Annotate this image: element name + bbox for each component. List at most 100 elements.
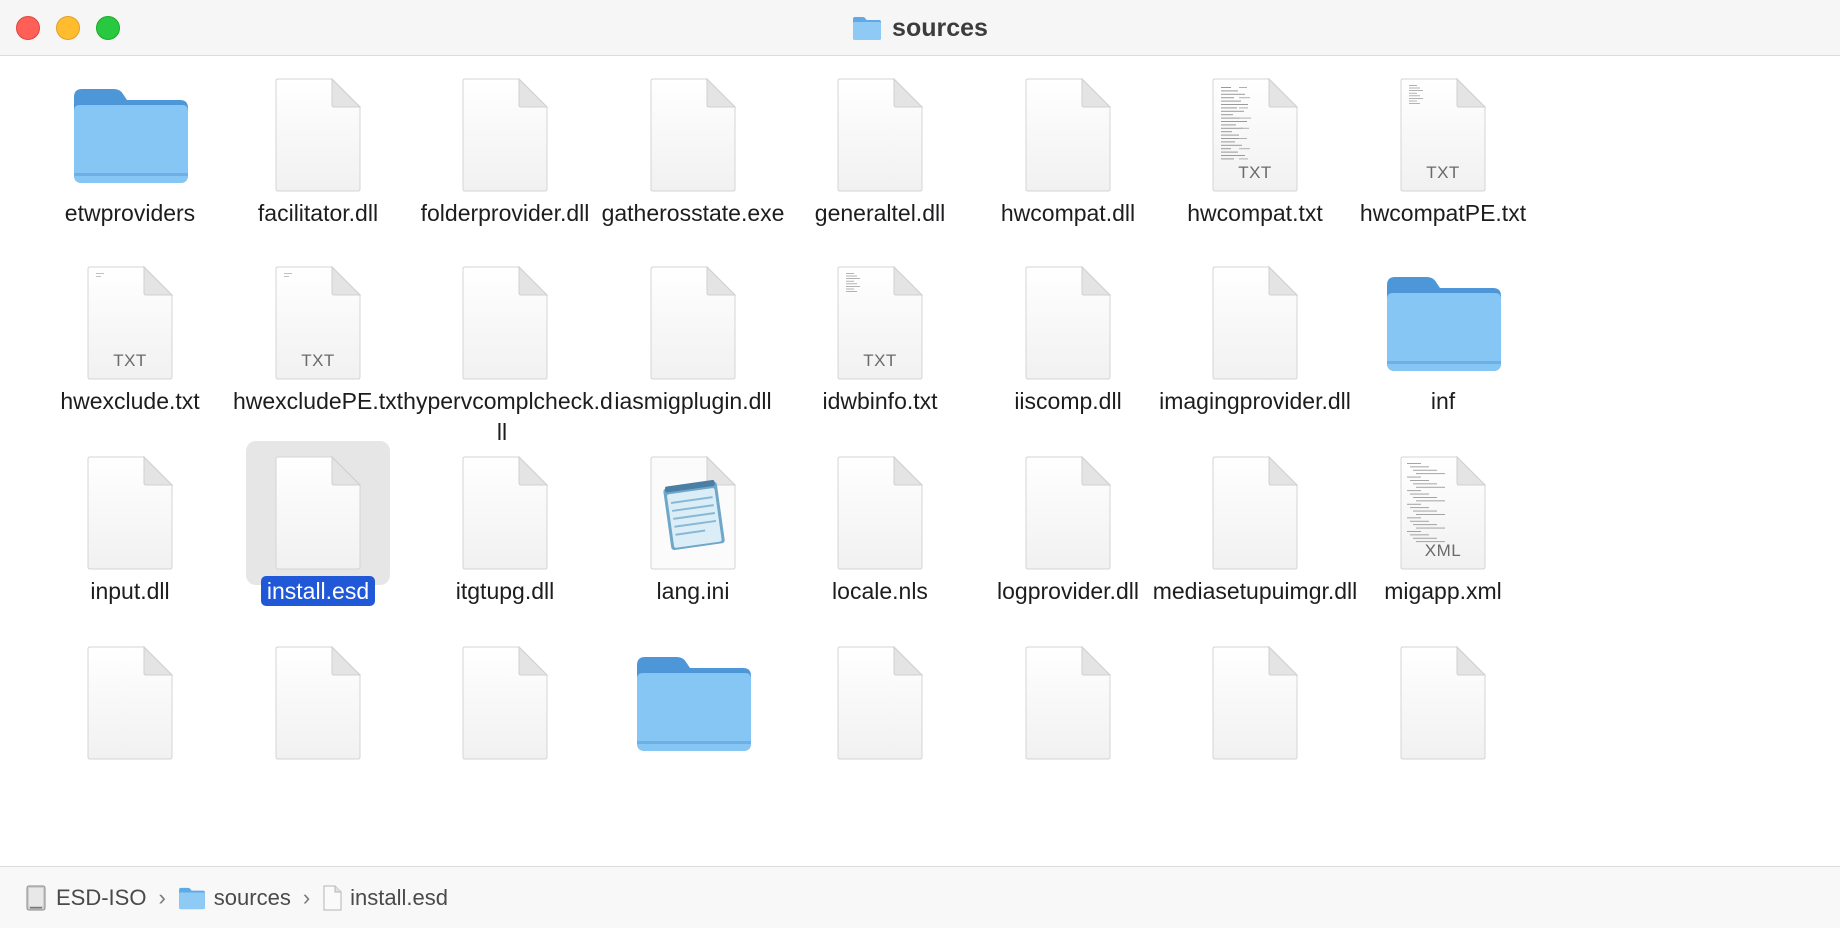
file-item[interactable] (968, 625, 1168, 835)
text-file-icon: TXT (58, 251, 202, 395)
file-item[interactable]: TXT idwbinfo.txt (780, 245, 980, 455)
item-thumbnail[interactable] (621, 631, 765, 775)
file-item[interactable]: hypervcomplcheck.dll (403, 245, 613, 455)
item-thumbnail[interactable] (433, 441, 577, 585)
folder-item[interactable]: inf (1343, 245, 1543, 455)
item-label-text: iasmigplugin.dll (614, 388, 772, 414)
item-thumbnail[interactable] (621, 63, 765, 207)
item-thumbnail[interactable] (621, 441, 765, 585)
icon-grid[interactable]: etwproviders facilitator.dll folderprovi… (0, 57, 1840, 865)
item-thumbnail[interactable] (1371, 631, 1515, 775)
item-thumbnail[interactable] (433, 251, 577, 395)
item-thumbnail[interactable] (58, 631, 202, 775)
item-thumbnail[interactable] (808, 441, 952, 585)
document-icon (433, 631, 577, 775)
item-thumbnail[interactable] (1183, 631, 1327, 775)
file-item[interactable]: XML migapp.xml (1343, 435, 1543, 645)
file-item[interactable]: TXT hwexclude.txt (30, 245, 230, 455)
item-thumbnail[interactable] (246, 63, 390, 207)
file-item[interactable]: facilitator.dll (218, 57, 418, 267)
path-crumb-install-esd[interactable]: install.esd (322, 885, 448, 911)
item-thumbnail[interactable] (808, 631, 952, 775)
item-label[interactable]: inf (1333, 386, 1553, 417)
text-file-icon: TXT (1183, 63, 1327, 207)
path-crumb-sources[interactable]: sources (178, 885, 291, 911)
document-icon (58, 631, 202, 775)
file-item[interactable]: locale.nls (780, 435, 980, 645)
item-thumbnail[interactable] (808, 63, 952, 207)
document-icon (433, 63, 577, 207)
item-label[interactable]: itgtupg.dll (395, 576, 615, 607)
file-item[interactable]: lang.ini (593, 435, 793, 645)
item-thumbnail[interactable] (996, 441, 1140, 585)
item-label-text: itgtupg.dll (455, 578, 555, 604)
file-item[interactable]: iiscomp.dll (968, 245, 1168, 455)
file-item[interactable]: iasmigplugin.dll (593, 245, 793, 455)
item-thumbnail[interactable] (621, 251, 765, 395)
item-thumbnail[interactable]: TXT (808, 251, 952, 395)
item-thumbnail[interactable]: TXT (1183, 63, 1327, 207)
item-thumbnail[interactable] (1183, 251, 1327, 395)
file-item[interactable]: itgtupg.dll (405, 435, 605, 645)
item-thumbnail[interactable] (246, 441, 390, 585)
item-label[interactable]: mediasetupuimgr.dll (1145, 576, 1365, 607)
item-label[interactable]: imagingprovider.dll (1145, 386, 1365, 417)
item-thumbnail[interactable] (1183, 441, 1327, 585)
item-label[interactable]: input.dll (20, 576, 240, 607)
file-item[interactable]: input.dll (30, 435, 230, 645)
item-label[interactable]: idwbinfo.txt (770, 386, 990, 417)
document-icon (996, 441, 1140, 585)
item-thumbnail[interactable]: TXT (1371, 63, 1515, 207)
path-crumb-label: install.esd (350, 884, 449, 910)
item-label-text: hwexclude.txt (60, 388, 200, 414)
file-item[interactable] (218, 625, 418, 835)
file-item[interactable] (1155, 625, 1355, 835)
item-thumbnail[interactable] (996, 251, 1140, 395)
path-crumb-esd-iso[interactable]: ESD-ISO (24, 885, 146, 911)
folder-item[interactable]: etwproviders (30, 57, 230, 267)
item-label[interactable]: generaltel.dll (770, 198, 990, 229)
title-bar[interactable]: sources (0, 0, 1840, 56)
file-item[interactable] (30, 625, 230, 835)
item-thumbnail[interactable] (433, 631, 577, 775)
item-thumbnail[interactable] (433, 63, 577, 207)
item-thumbnail[interactable] (996, 631, 1140, 775)
file-item[interactable] (405, 625, 605, 835)
file-item[interactable]: folderprovider.dll (405, 57, 605, 267)
item-thumbnail[interactable] (58, 63, 202, 207)
item-thumbnail[interactable] (1371, 251, 1515, 395)
item-label[interactable]: hwcompatPE.txt (1333, 198, 1553, 229)
document-icon (246, 63, 390, 207)
file-item[interactable]: generaltel.dll (780, 57, 980, 267)
file-item[interactable]: TXT hwcompatPE.txt (1343, 57, 1543, 267)
drive-icon (24, 885, 48, 911)
item-thumbnail[interactable] (58, 441, 202, 585)
item-thumbnail[interactable] (246, 631, 390, 775)
item-label[interactable]: etwproviders (20, 198, 240, 229)
item-label-text: folderprovider.dll (420, 200, 590, 226)
item-thumbnail[interactable]: XML (1371, 441, 1515, 585)
item-label[interactable]: hwexclude.txt (20, 386, 240, 417)
file-item[interactable]: gatherosstate.exe (593, 57, 793, 267)
finder-window: sources etwproviders facilitator.dll fol… (0, 0, 1840, 928)
item-label[interactable]: hwcompat.txt (1145, 198, 1365, 229)
item-label-text: hwcompat.txt (1187, 200, 1323, 226)
file-item[interactable]: logprovider.dll (968, 435, 1168, 645)
folder-item[interactable] (593, 625, 793, 835)
file-item[interactable]: TXT hwcompat.txt (1155, 57, 1355, 267)
file-item[interactable]: hwcompat.dll (968, 57, 1168, 267)
item-label[interactable]: locale.nls (770, 576, 990, 607)
item-label[interactable]: folderprovider.dll (395, 198, 615, 229)
document-icon (1183, 441, 1327, 585)
item-thumbnail[interactable]: TXT (246, 251, 390, 395)
item-label-text: imagingprovider.dll (1159, 388, 1351, 414)
file-item[interactable]: mediasetupuimgr.dll (1153, 435, 1357, 645)
file-item[interactable] (1343, 625, 1543, 835)
file-item[interactable] (780, 625, 980, 835)
item-label[interactable]: migapp.xml (1333, 576, 1553, 607)
file-item[interactable]: install.esd (218, 435, 418, 645)
file-item[interactable]: imagingprovider.dll (1155, 245, 1355, 455)
item-thumbnail[interactable] (996, 63, 1140, 207)
file-item[interactable]: TXT hwexcludePE.txt (218, 245, 418, 455)
item-thumbnail[interactable]: TXT (58, 251, 202, 395)
